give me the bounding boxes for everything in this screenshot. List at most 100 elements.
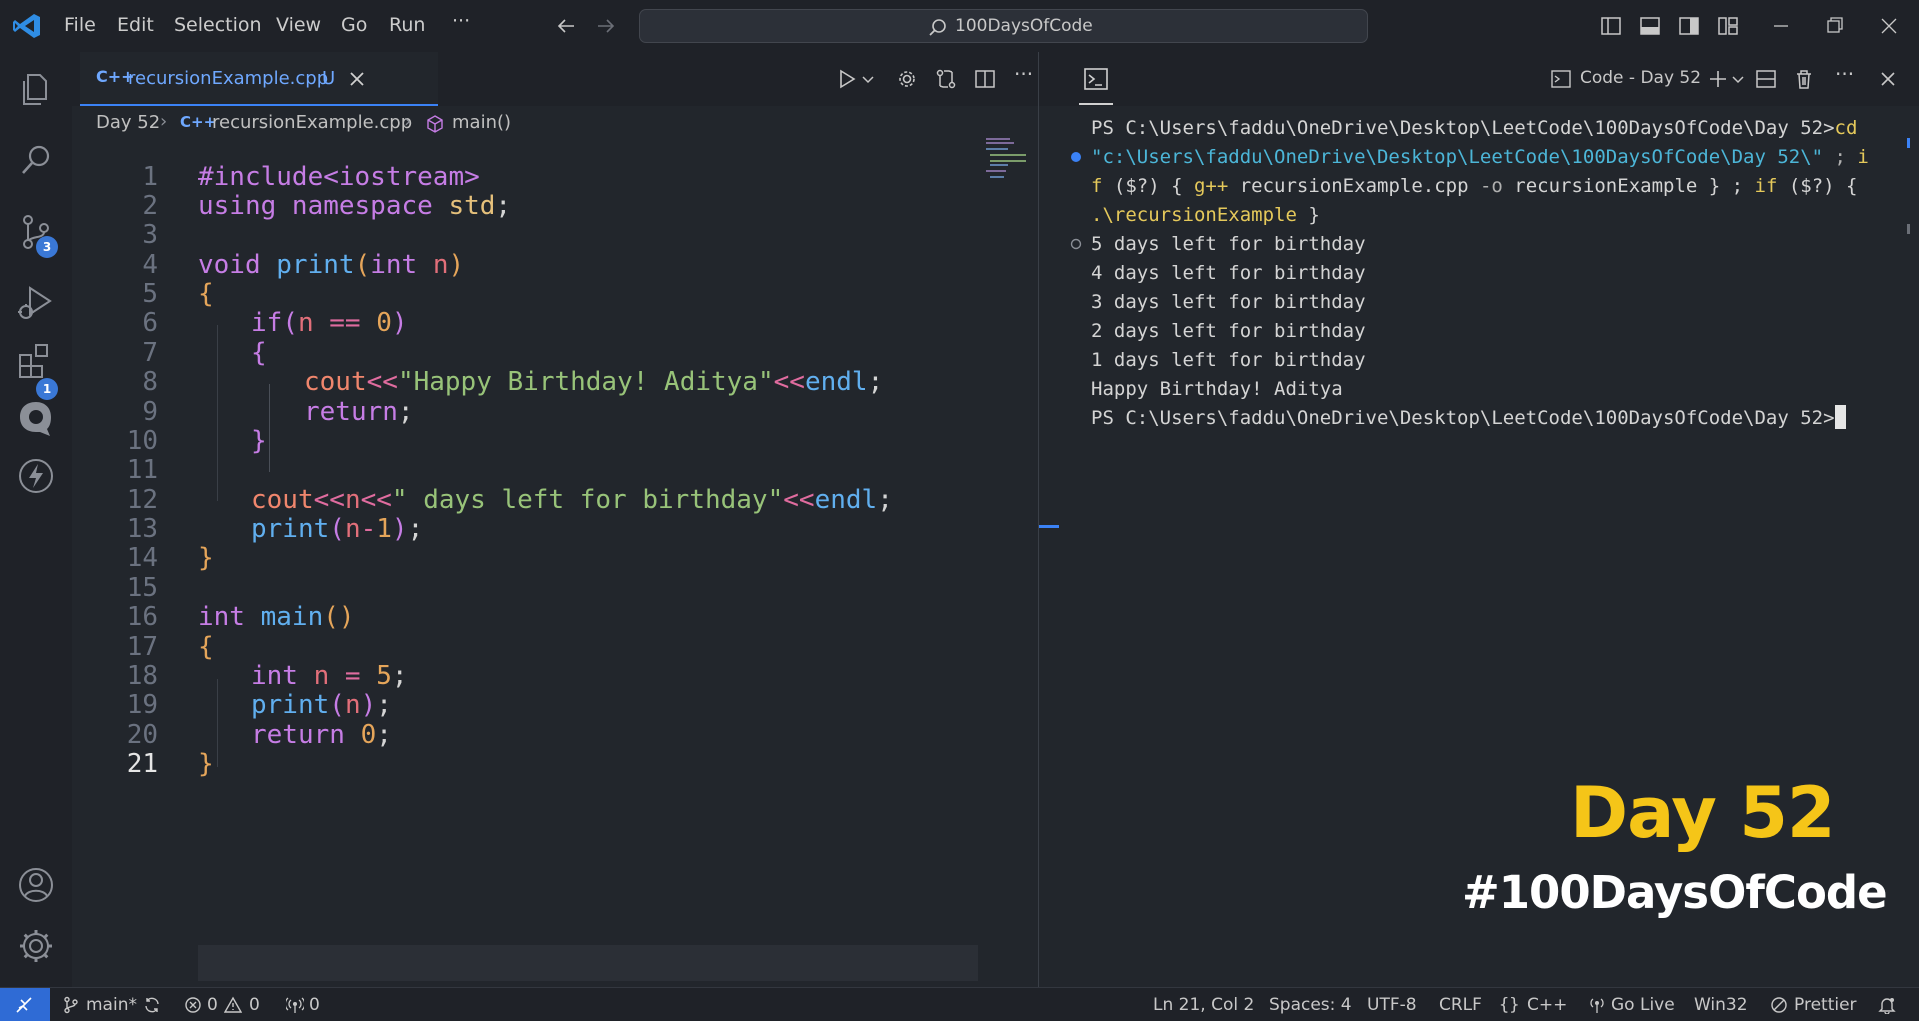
cursor-position[interactable]: Ln 21, Col 2	[1153, 995, 1254, 1015]
code-line: cout<<n<<" days left for birthday"<<endl…	[251, 485, 893, 515]
menu-edit[interactable]: Edit	[117, 14, 154, 36]
compare-changes-icon[interactable]	[935, 68, 957, 90]
extensions-icon[interactable]	[14, 339, 58, 383]
menu-run[interactable]: Run	[389, 14, 425, 36]
close-window-icon[interactable]	[1878, 15, 1900, 37]
command-decoration-icon[interactable]	[1069, 237, 1083, 251]
split-terminal-icon[interactable]	[1755, 68, 1777, 90]
toggle-panel-icon[interactable]	[1639, 15, 1661, 37]
more-actions-icon[interactable]: ···	[1014, 62, 1033, 86]
menu-selection[interactable]: Selection	[174, 14, 262, 36]
line-number: 2	[142, 191, 158, 221]
new-terminal-plus-icon[interactable]	[1707, 68, 1729, 90]
notifications-bell-icon[interactable]	[1878, 996, 1896, 1014]
warning-count[interactable]: 0	[249, 995, 260, 1015]
day-overlay-text: Day 52	[1570, 772, 1836, 854]
prettier-status[interactable]: Prettier	[1794, 995, 1857, 1015]
minimize-icon[interactable]	[1770, 15, 1792, 37]
kill-terminal-trash-icon[interactable]	[1793, 68, 1815, 90]
terminal-line: "c:\Users\faddu\OneDrive\Desktop\LeetCod…	[1091, 146, 1869, 168]
code-line: return 0;	[251, 720, 392, 750]
menu-file[interactable]: File	[64, 14, 96, 36]
error-count[interactable]: 0	[207, 995, 218, 1015]
accounts-icon[interactable]	[14, 863, 58, 907]
line-number: 16	[126, 602, 158, 632]
tab-recursion-example[interactable]: C++ recursionExample.cpp U	[80, 52, 438, 106]
command-success-dot-icon[interactable]	[1069, 150, 1083, 164]
toggle-primary-sidebar-icon[interactable]	[1600, 15, 1622, 37]
terminal-line: PS C:\Users\faddu\OneDrive\Desktop\LeetC…	[1091, 117, 1858, 139]
go-live-button[interactable]: Go Live	[1611, 995, 1675, 1015]
breadcrumb-folder[interactable]: Day 52	[96, 112, 160, 133]
language-mode[interactable]: C++	[1527, 995, 1567, 1015]
command-center-search[interactable]: 100DaysOfCode	[639, 9, 1368, 43]
customize-layout-icon[interactable]	[1717, 15, 1739, 37]
restore-icon[interactable]	[1824, 15, 1846, 37]
code-line: {	[198, 279, 214, 309]
manage-gear-icon[interactable]	[14, 924, 58, 968]
code-line: int n = 5;	[251, 661, 408, 691]
terminal-output-line: Happy Birthday! Aditya	[1091, 378, 1343, 400]
lightning-icon[interactable]	[14, 454, 58, 498]
line-number: 17	[126, 632, 158, 662]
line-number: 10	[126, 426, 158, 456]
code-line: int main()	[198, 602, 355, 632]
menu-go[interactable]: Go	[341, 14, 367, 36]
minimap[interactable]	[982, 134, 1026, 184]
close-tab-icon[interactable]	[348, 70, 366, 88]
breadcrumb-symbol[interactable]: main()	[452, 112, 511, 133]
toggle-secondary-sidebar-icon[interactable]	[1678, 15, 1700, 37]
language-braces-icon: {}	[1499, 995, 1520, 1015]
prettier-disabled-icon	[1771, 997, 1787, 1013]
ports-count[interactable]: 0	[309, 995, 320, 1015]
breadcrumb-file[interactable]: recursionExample.cpp	[212, 112, 412, 133]
settings-gear-icon[interactable]	[896, 68, 918, 90]
line-number: 14	[126, 543, 158, 573]
sync-icon[interactable]	[143, 996, 161, 1014]
panel-more-actions-icon[interactable]: ···	[1835, 62, 1854, 86]
line-number: 21	[126, 749, 158, 779]
run-and-debug-icon[interactable]	[14, 280, 58, 324]
code-line: void print(int n)	[198, 250, 465, 280]
remote-indicator[interactable]	[0, 988, 50, 1021]
sash-indicator[interactable]	[1039, 525, 1059, 528]
encoding[interactable]: UTF-8	[1367, 995, 1417, 1015]
error-icon[interactable]	[184, 996, 202, 1014]
menu-view[interactable]: View	[276, 14, 321, 36]
terminal-dropdown-chevron-icon[interactable]	[1732, 74, 1744, 86]
split-editor-icon[interactable]	[974, 68, 996, 90]
run-code-icon[interactable]	[836, 68, 858, 90]
git-branch-label[interactable]: main*	[86, 995, 137, 1015]
indentation[interactable]: Spaces: 4	[1269, 995, 1352, 1015]
explorer-icon[interactable]	[14, 67, 58, 111]
terminal-name[interactable]: Code - Day 52	[1580, 68, 1701, 88]
warning-icon[interactable]	[224, 996, 242, 1014]
run-dropdown-chevron-icon[interactable]	[862, 74, 874, 86]
line-number: 5	[142, 279, 158, 309]
code-line: using namespace std;	[198, 191, 512, 221]
search-view-icon[interactable]	[14, 138, 58, 182]
platform[interactable]: Win32	[1694, 995, 1748, 1015]
git-branch-icon	[64, 996, 78, 1014]
terminal-line: f ($?) { g++ recursionExample.cpp -o rec…	[1091, 175, 1858, 197]
line-ending[interactable]: CRLF	[1439, 995, 1482, 1015]
broadcast-icon[interactable]	[286, 996, 304, 1014]
back-arrow-icon[interactable]	[556, 16, 576, 36]
code-line: }	[198, 749, 214, 779]
leetcode-icon[interactable]	[14, 396, 58, 440]
terminal-icon[interactable]	[1083, 66, 1109, 92]
terminal-instance-icon	[1551, 70, 1571, 88]
terminal-output-line: 2 days left for birthday	[1091, 320, 1366, 342]
terminal-output-line: 3 days left for birthday	[1091, 291, 1366, 313]
line-number: 12	[126, 485, 158, 515]
indent-guide	[269, 384, 270, 472]
menu-more[interactable]: ···	[452, 10, 470, 32]
code-editor[interactable]: 1 2 3 4 5 6 7 8 9 10 11 12 13 14 15 16 1…	[72, 140, 1038, 981]
panel-header: Code - Day 52 ···	[1039, 52, 1919, 106]
close-panel-icon[interactable]	[1877, 68, 1899, 90]
terminal-output[interactable]: PS C:\Users\faddu\OneDrive\Desktop\LeetC…	[1091, 114, 1911, 433]
title-bar: File Edit Selection View Go Run ··· 100D…	[0, 0, 1919, 52]
line-number: 18	[126, 661, 158, 691]
terminal-output-line: 4 days left for birthday	[1091, 262, 1366, 284]
forward-arrow-icon[interactable]	[596, 16, 616, 36]
